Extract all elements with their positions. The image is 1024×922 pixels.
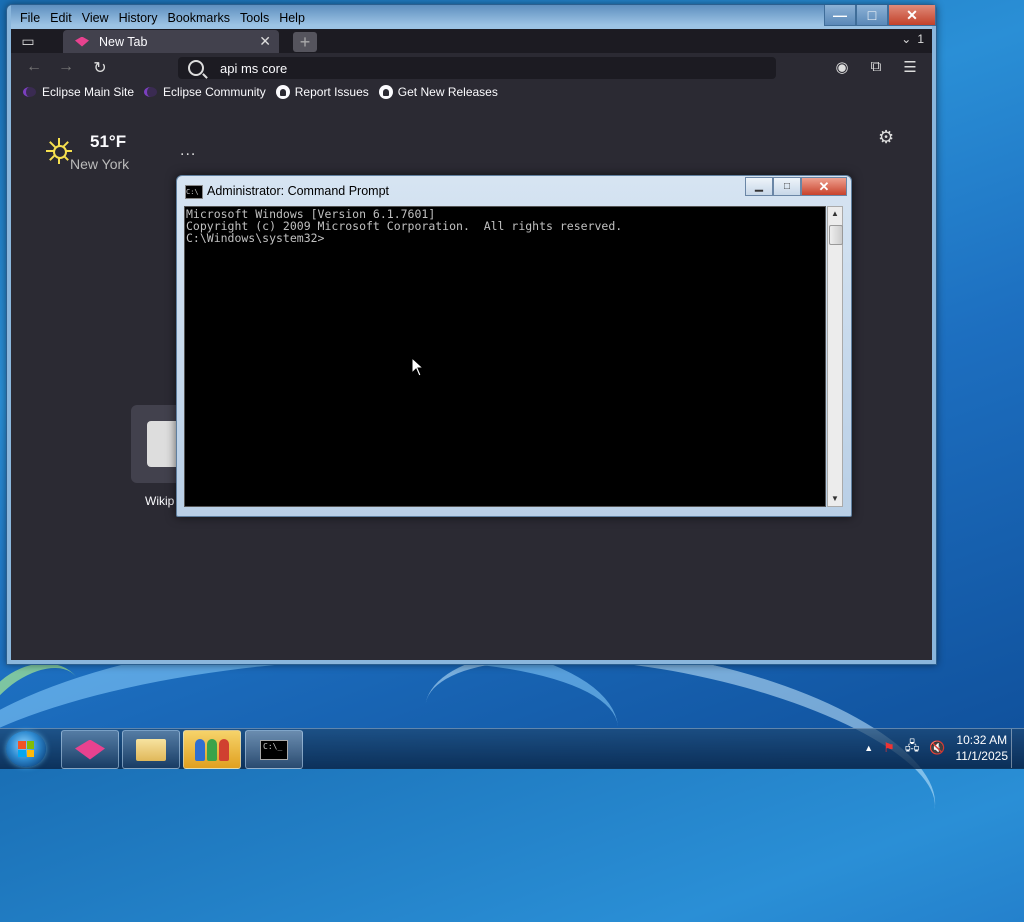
- tab-close-icon[interactable]: ✕: [259, 33, 271, 50]
- menu-view[interactable]: View: [77, 8, 114, 28]
- github-icon: [378, 85, 393, 99]
- taskbar-firefox-button[interactable]: [61, 730, 119, 769]
- sun-icon: [46, 138, 72, 164]
- url-input[interactable]: api ms core: [220, 61, 287, 76]
- tab-count: 1: [917, 32, 924, 46]
- url-bar[interactable]: api ms core: [178, 57, 776, 79]
- system-tray: ▲ ⚑ 🖧 🔇 10:32 AM 11/1/2025: [864, 732, 1008, 764]
- menu-edit[interactable]: Edit: [45, 8, 77, 28]
- cmd-title: Administrator: Command Prompt: [207, 184, 390, 198]
- start-button[interactable]: [6, 731, 46, 767]
- bookmark-eclipse-main-site[interactable]: Eclipse Main Site: [23, 85, 134, 99]
- scroll-down-icon[interactable]: ▼: [828, 492, 842, 506]
- bookmark-report-issues[interactable]: Report Issues: [275, 85, 369, 99]
- gear-icon[interactable]: ⚙: [878, 127, 894, 148]
- scroll-thumb[interactable]: [829, 225, 843, 245]
- weather-more-button[interactable]: ...: [180, 142, 196, 160]
- github-icon: [275, 85, 290, 99]
- taskbar-users-button[interactable]: [183, 730, 241, 769]
- maximize-button[interactable]: □: [856, 5, 888, 26]
- volume-muted-icon[interactable]: 🔇: [929, 740, 945, 756]
- tab-overflow[interactable]: ⌄ 1: [901, 32, 924, 46]
- weather-widget[interactable]: 51°F New York: [46, 132, 130, 172]
- taskbar-cmd-button[interactable]: C:\_: [245, 730, 303, 769]
- cmd-icon: C:\: [185, 185, 203, 199]
- weather-temperature: 51°F: [90, 132, 127, 151]
- menu-file[interactable]: File: [15, 8, 45, 28]
- minimize-button[interactable]: —: [824, 5, 856, 26]
- command-prompt-window[interactable]: C:\ Administrator: Command Prompt ▁ □ ✕ …: [176, 175, 852, 517]
- network-icon[interactable]: 🖧: [905, 737, 920, 759]
- menu-hamburger-icon[interactable]: ☰: [899, 58, 921, 76]
- eclipse-icon: [23, 87, 36, 97]
- shortcut-label: Wikip: [145, 494, 175, 508]
- reload-icon[interactable]: ↻: [89, 58, 111, 78]
- menu-bookmarks[interactable]: Bookmarks: [162, 8, 235, 28]
- bookmarks-toolbar: Eclipse Main Site Eclipse Community Repo…: [11, 83, 932, 101]
- menu-history[interactable]: History: [114, 8, 163, 28]
- firefox-icon: [75, 739, 105, 760]
- menu-bar: File Edit View History Bookmarks Tools H…: [15, 8, 310, 28]
- menu-tools[interactable]: Tools: [235, 8, 274, 28]
- new-tab-button[interactable]: +: [293, 32, 317, 52]
- folder-icon: [136, 738, 166, 761]
- forward-icon[interactable]: →: [55, 58, 77, 76]
- back-icon[interactable]: ←: [23, 58, 45, 76]
- cmd-maximize-button[interactable]: □: [773, 177, 801, 196]
- clock-date: 11/1/2025: [955, 749, 1009, 763]
- show-desktop-button[interactable]: [1011, 729, 1024, 768]
- tab-list-icon[interactable]: ▭: [17, 31, 39, 51]
- search-icon: [188, 60, 204, 76]
- cmd-console[interactable]: Microsoft Windows [Version 6.1.7601] Copy…: [184, 206, 826, 507]
- cmd-icon: C:\_: [260, 739, 288, 760]
- cmd-minimize-button[interactable]: ▁: [745, 177, 773, 196]
- tray-expand-icon[interactable]: ▲: [864, 743, 873, 753]
- weather-city: New York: [70, 156, 130, 172]
- firefox-favicon-icon: [75, 36, 89, 47]
- cmd-title-bar[interactable]: C:\ Administrator: Command Prompt ▁ □ ✕: [177, 176, 851, 206]
- account-icon[interactable]: ◉: [831, 58, 853, 76]
- extensions-icon[interactable]: ⧉: [865, 58, 887, 75]
- chevron-down-icon: ⌄: [901, 32, 912, 46]
- browser-window-controls: — □ ✕: [824, 5, 936, 26]
- close-button[interactable]: ✕: [888, 5, 936, 26]
- menu-help[interactable]: Help: [274, 8, 310, 28]
- flag-alert-icon[interactable]: ⚑: [883, 740, 895, 756]
- clock[interactable]: 10:32 AM 11/1/2025: [956, 732, 1009, 764]
- bookmark-eclipse-community[interactable]: Eclipse Community: [144, 85, 266, 99]
- cmd-scrollbar[interactable]: ▲ ▼: [827, 206, 843, 507]
- cmd-close-button[interactable]: ✕: [801, 177, 847, 196]
- tab-new-tab[interactable]: New Tab ✕: [63, 30, 279, 53]
- console-prompt: C:\Windows\system32>: [186, 231, 325, 245]
- cmd-window-controls: ▁ □ ✕: [745, 177, 847, 196]
- windows-logo-icon: [18, 741, 34, 757]
- bookmark-get-new-releases[interactable]: Get New Releases: [378, 85, 498, 99]
- clock-time: 10:32 AM: [956, 733, 1008, 747]
- taskbar-explorer-button[interactable]: [122, 730, 180, 769]
- tab-title: New Tab: [99, 34, 148, 49]
- eclipse-icon: [144, 87, 158, 97]
- scroll-up-icon[interactable]: ▲: [828, 207, 842, 221]
- users-icon: [195, 738, 229, 761]
